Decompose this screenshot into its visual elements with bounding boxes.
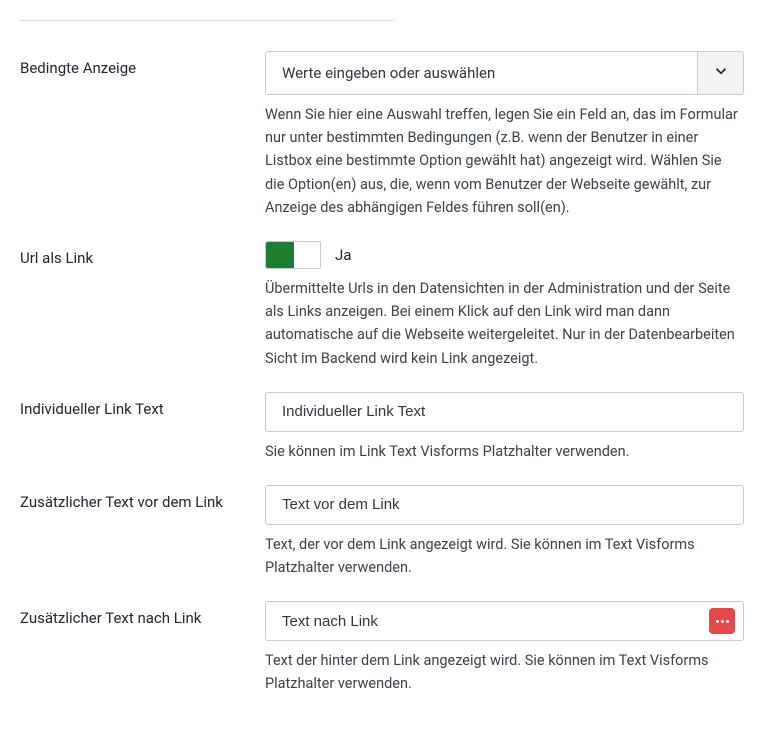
dots-icon — [716, 620, 729, 623]
toggle-state-label: Ja — [335, 246, 351, 264]
label-url-as-link: Url als Link — [20, 241, 245, 267]
label-link-text: Individueller Link Text — [20, 392, 245, 418]
select-placeholder-text: Werte eingeben oder auswählen — [266, 52, 697, 94]
chevron-down-icon — [712, 62, 730, 84]
select-toggle-button[interactable] — [697, 52, 743, 94]
url-as-link-toggle[interactable] — [265, 241, 321, 269]
helper-link-text: Sie können im Link Text Visforms Platzha… — [265, 440, 744, 463]
row-text-before: Zusätzlicher Text vor dem Link Text, der… — [20, 485, 744, 579]
link-text-input-wrap — [265, 392, 744, 432]
text-after-input[interactable] — [266, 605, 709, 638]
helper-url-as-link: Übermittelte Urls in den Datensichten in… — [265, 277, 744, 370]
text-before-input[interactable] — [266, 488, 743, 521]
helper-text-after: Text der hinter dem Link angezeigt wird.… — [265, 649, 744, 695]
row-link-text: Individueller Link Text Sie können im Li… — [20, 392, 744, 463]
section-divider — [20, 20, 395, 21]
conditional-display-select[interactable]: Werte eingeben oder auswählen — [265, 51, 744, 95]
text-after-input-wrap — [265, 601, 744, 641]
row-url-as-link: Url als Link Ja Übermittelte Urls in den… — [20, 241, 744, 370]
label-conditional-display: Bedingte Anzeige — [20, 51, 245, 77]
label-text-after: Zusätzlicher Text nach Link — [20, 601, 245, 627]
link-text-input[interactable] — [266, 395, 743, 428]
label-text-before: Zusätzlicher Text vor dem Link — [20, 485, 245, 511]
row-text-after: Zusätzlicher Text nach Link Text der hin… — [20, 601, 744, 695]
row-conditional-display: Bedingte Anzeige Werte eingeben oder aus… — [20, 51, 744, 219]
helper-text-before: Text, der vor dem Link angezeigt wird. S… — [265, 533, 744, 579]
toggle-knob — [266, 242, 294, 268]
helper-conditional-display: Wenn Sie hier eine Auswahl treffen, lege… — [265, 103, 744, 219]
text-before-input-wrap — [265, 485, 744, 525]
text-after-action-button[interactable] — [709, 608, 735, 634]
